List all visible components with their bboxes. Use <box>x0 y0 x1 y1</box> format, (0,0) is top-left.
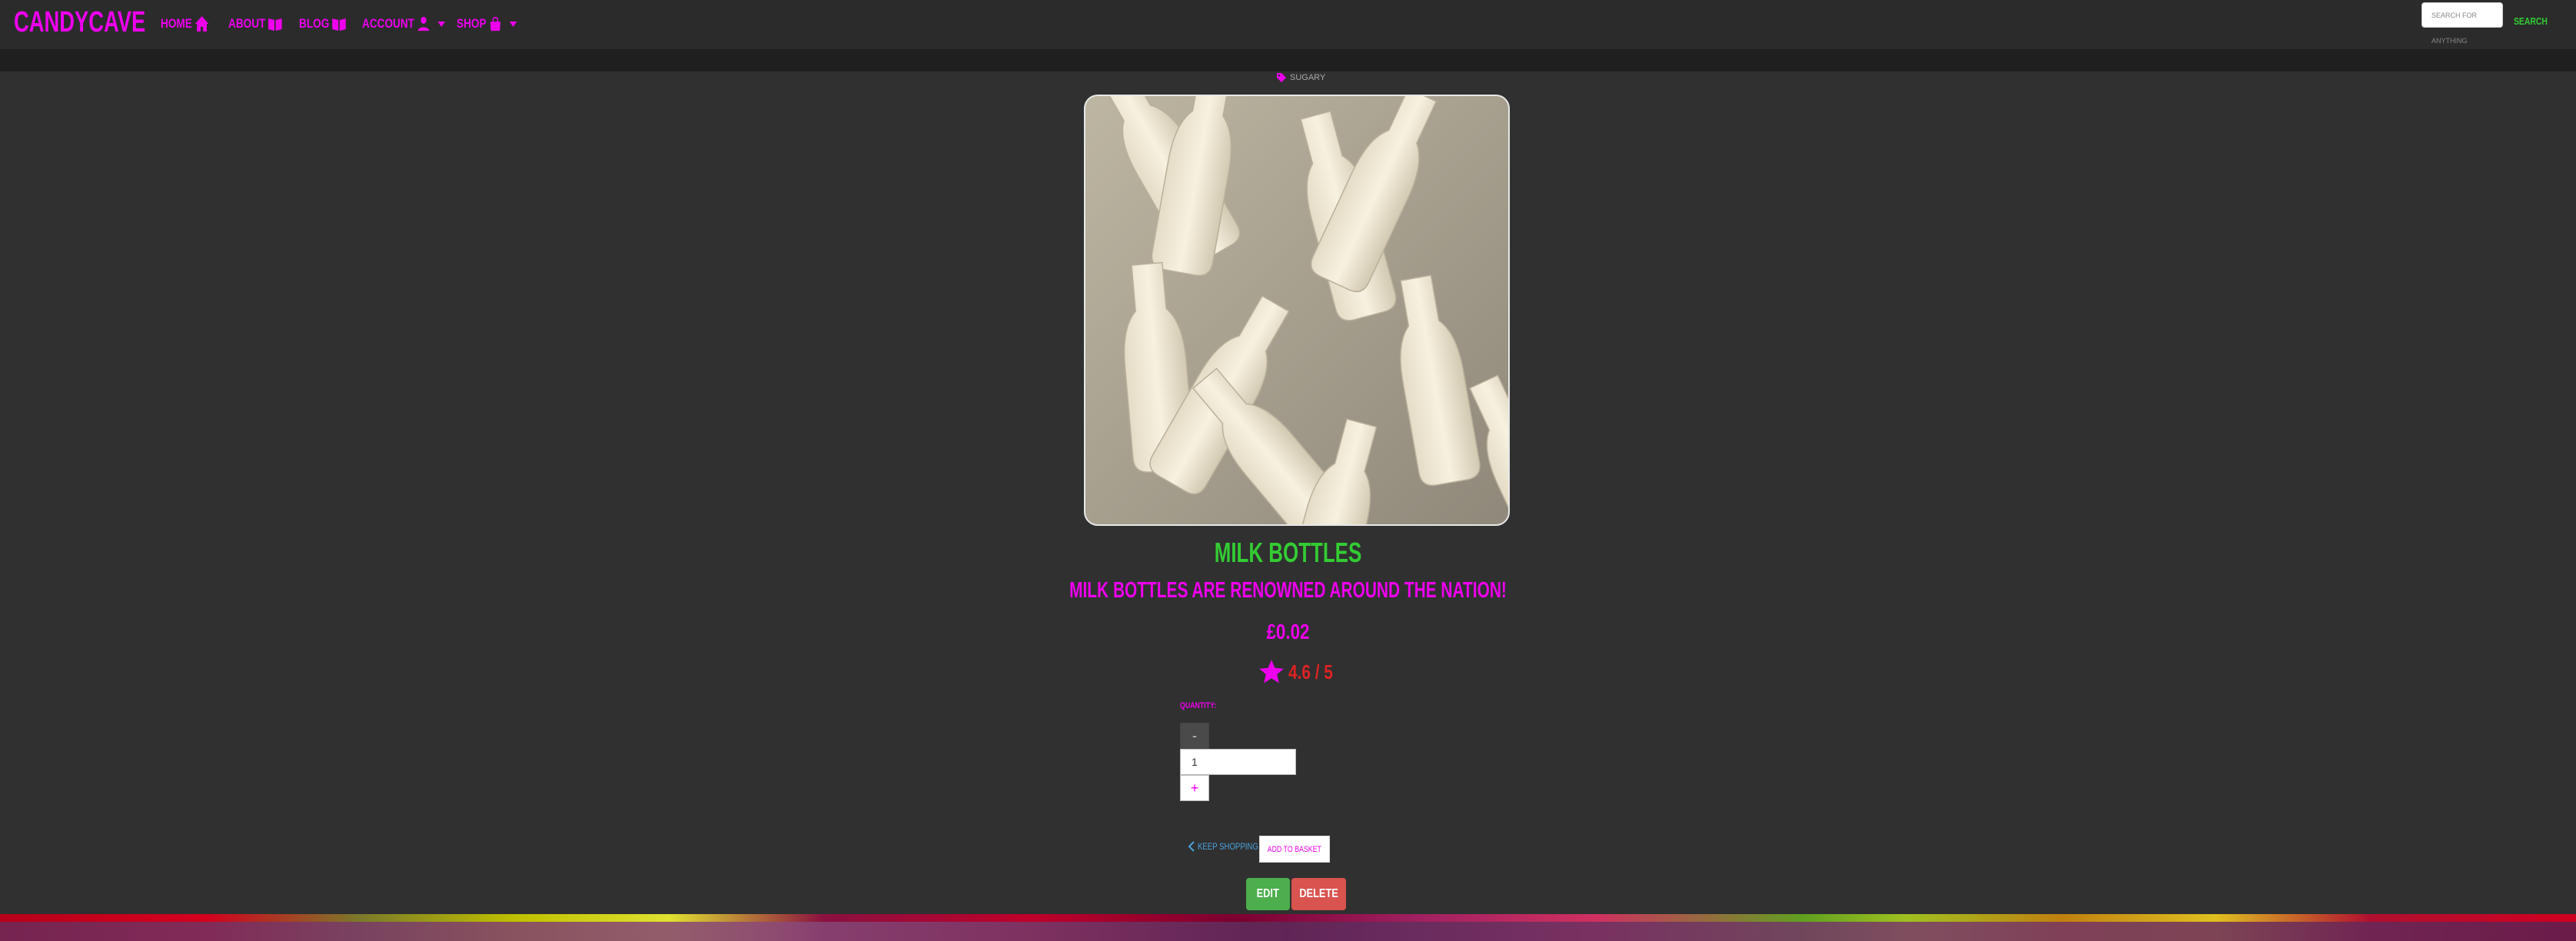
delete-label: DELETE <box>1299 887 1338 900</box>
nav-shop-label: SHOP <box>457 16 487 31</box>
chevron-left-icon <box>1188 841 1195 852</box>
product-description: MILK BOTTLES ARE RENOWNED AROUND THE NAT… <box>1069 578 1507 603</box>
chevron-down-icon <box>509 21 517 27</box>
chevron-down-icon <box>437 21 445 27</box>
add-to-basket-button[interactable]: ADD TO BASKET <box>1259 836 1330 863</box>
search-button[interactable]: SEARCH <box>2514 15 2548 27</box>
rating-value: 4.6 / 5 <box>1288 660 1333 683</box>
book-open-icon <box>268 15 283 32</box>
quantity-decrement-button[interactable]: - <box>1180 723 1209 749</box>
product-image <box>1084 95 1510 526</box>
nav-links: HOME ABOUT BLOG ACCOUNT SHOP <box>161 12 526 35</box>
category-label: SUGARY <box>1290 73 1326 82</box>
quantity-label: QUANTITY: <box>1180 701 1217 710</box>
star-icon <box>1258 658 1285 686</box>
nav-about-label: ABOUT <box>228 16 266 31</box>
brand-logo[interactable]: CANDYCAVE <box>14 6 145 39</box>
edit-label: EDIT <box>1256 887 1280 900</box>
navbar: CANDYCAVE HOME ABOUT BLOG ACCOUNT SHOP S… <box>0 0 2576 49</box>
nav-blog-label: BLOG <box>299 16 330 31</box>
nav-home-label: HOME <box>161 16 192 31</box>
nav-blog[interactable]: BLOG <box>299 12 350 35</box>
nav-shop[interactable]: SHOP <box>457 12 517 35</box>
home-icon <box>194 15 209 32</box>
nav-about[interactable]: ABOUT <box>228 12 285 35</box>
nav-account-label: ACCOUNT <box>362 16 414 31</box>
user-icon <box>417 15 430 32</box>
quantity-input[interactable]: 1 <box>1180 749 1296 775</box>
nav-account[interactable]: ACCOUNT <box>362 12 445 35</box>
search-input[interactable]: SEARCH FOR ANYTHING <box>2421 2 2503 45</box>
shopping-bag-icon <box>489 15 503 32</box>
keep-shopping-label: KEEP SHOPPING <box>1198 841 1258 852</box>
book-open-icon <box>331 15 346 32</box>
product-name: MILK BOTTLES <box>1214 537 1362 568</box>
tag-icon <box>1276 72 1287 83</box>
edit-button[interactable]: EDIT <box>1246 878 1290 910</box>
delete-button[interactable]: DELETE <box>1291 878 1346 910</box>
product-rating: 4.6 / 5 <box>1258 658 1344 686</box>
sub-banner <box>0 49 2576 71</box>
nav-home[interactable]: HOME <box>161 12 214 35</box>
add-to-basket-label: ADD TO BASKET <box>1267 844 1322 854</box>
footer-banner-image <box>0 914 2576 941</box>
product-price: £0.02 <box>1266 620 1310 643</box>
quantity-increment-button[interactable]: + <box>1180 775 1209 801</box>
category-tag[interactable]: SUGARY <box>1276 71 1325 84</box>
